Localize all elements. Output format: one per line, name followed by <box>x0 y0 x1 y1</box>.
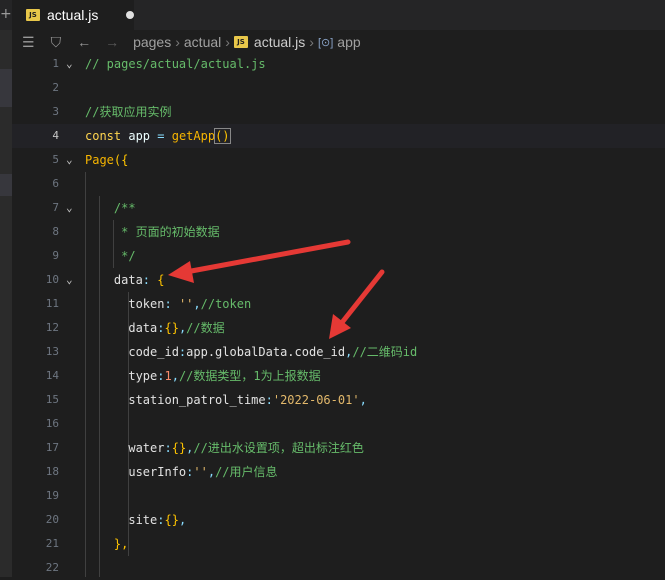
red-arrow-to-code-id <box>329 269 385 339</box>
annotation-arrows <box>168 239 385 339</box>
red-arrow-to-data <box>168 239 351 283</box>
